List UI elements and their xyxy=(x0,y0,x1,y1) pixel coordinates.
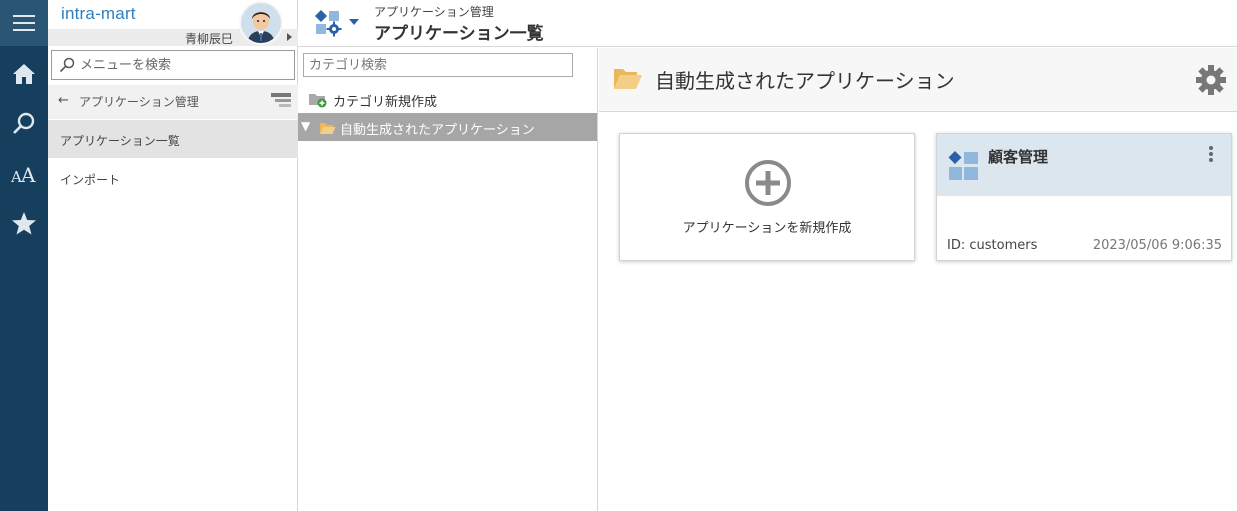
logo[interactable]: intra-mart xyxy=(61,4,136,24)
home-icon[interactable] xyxy=(0,51,48,97)
menu-tree-icon[interactable] xyxy=(271,92,291,114)
menu-search[interactable] xyxy=(51,50,295,80)
font-size-icon[interactable]: AA xyxy=(0,151,48,197)
application-card-header xyxy=(937,134,1231,196)
expand-triangle-icon[interactable]: ▼ xyxy=(301,119,310,133)
folder-open-icon xyxy=(613,67,643,95)
app-switch-caret-icon[interactable] xyxy=(349,19,359,25)
folder-add-icon xyxy=(308,91,328,112)
create-application-label: アプリケーションを新規作成 xyxy=(682,221,852,236)
main-header: 自動生成されたアプリケーション xyxy=(599,48,1237,112)
application-updated-time: 2023/05/06 9:06:35 xyxy=(1092,238,1222,253)
add-circle-icon xyxy=(744,159,792,211)
gear-icon[interactable] xyxy=(1195,64,1227,100)
category-new-label: カテゴリ新規作成 xyxy=(333,95,438,110)
menu-item-import[interactable]: インポート xyxy=(48,159,298,197)
menu-back-label: アプリケーション管理 xyxy=(79,95,199,109)
menu-panel: intra-mart 青柳辰巳 ← アプリケーション管理 アプリケーション一覧 … xyxy=(48,0,298,511)
app-header: アプリケーション管理 アプリケーション一覧 xyxy=(298,0,1237,47)
application-card[interactable]: 顧客管理 ID: customers 2023/05/06 9:06:35 xyxy=(936,133,1232,261)
category-title: 自動生成されたアプリケーション xyxy=(655,69,955,93)
user-menu-caret-icon[interactable] xyxy=(287,33,292,41)
main-content: 自動生成されたアプリケーション アプリケーションを新規作成 顧客管理 ID: c… xyxy=(599,48,1237,511)
category-search-input[interactable] xyxy=(304,54,572,77)
icon-rail: AA xyxy=(0,0,48,511)
application-name[interactable]: 顧客管理 xyxy=(988,146,1048,167)
page-title: アプリケーション一覧 xyxy=(374,24,544,44)
category-search[interactable] xyxy=(303,53,573,77)
star-icon[interactable] xyxy=(0,200,48,246)
menu-icon[interactable] xyxy=(0,0,48,46)
category-panel: カテゴリ新規作成 ▼ 自動生成されたアプリケーション xyxy=(298,48,598,511)
category-row-selected[interactable]: ▼ 自動生成されたアプリケーション xyxy=(298,113,597,141)
folder-open-icon xyxy=(319,120,336,139)
svg-text:A: A xyxy=(20,164,36,184)
more-options-icon[interactable] xyxy=(1205,146,1217,166)
back-arrow-icon: ← xyxy=(58,93,69,108)
search-icon xyxy=(59,57,75,77)
menu-back-row[interactable]: ← アプリケーション管理 xyxy=(48,85,298,119)
application-id: ID: customers xyxy=(947,238,1038,253)
category-row-label: 自動生成されたアプリケーション xyxy=(340,123,535,138)
app-builder-icon[interactable] xyxy=(314,9,344,41)
menu-search-input[interactable] xyxy=(80,56,285,74)
search-icon[interactable] xyxy=(0,100,48,146)
avatar[interactable] xyxy=(239,1,283,45)
application-icon xyxy=(948,150,980,186)
create-application-card[interactable]: アプリケーションを新規作成 xyxy=(619,133,915,261)
menu-item-application-list[interactable]: アプリケーション一覧 xyxy=(48,120,298,158)
user-name[interactable]: 青柳辰巳 xyxy=(185,30,233,47)
breadcrumb: アプリケーション管理 xyxy=(374,5,494,19)
